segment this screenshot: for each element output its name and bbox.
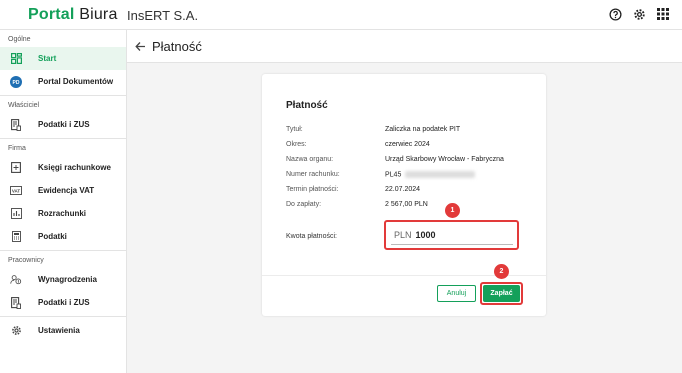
amount-currency: PLN	[394, 229, 412, 240]
app-logo[interactable]: Portal Biura	[28, 6, 118, 24]
redacted-account-number	[405, 171, 476, 178]
sidebar-divider	[0, 138, 126, 139]
section-label-wlasciciel: Właściciel	[8, 102, 40, 109]
field-label-do-zaplaty: Do zapłaty:	[286, 201, 322, 208]
field-value-okres: czerwiec 2024	[385, 141, 430, 148]
vat-icon: VAT	[10, 185, 22, 197]
pay-button[interactable]: Zapłać	[483, 285, 520, 302]
apps-grid-icon[interactable]	[656, 7, 670, 21]
field-value-numer-rachunku: PL45	[385, 171, 476, 178]
step-badge-2: 2	[494, 264, 509, 279]
field-value-termin: 22.07.2024	[385, 186, 421, 193]
amount-label: Kwota płatności:	[286, 233, 337, 240]
content-header: Płatność	[127, 30, 682, 63]
sidebar-item-podatki-zus-pracownicy[interactable]: Podatki i ZUS	[0, 291, 126, 314]
sidebar-divider	[0, 316, 126, 317]
top-bar: Portal Biura InsERT S.A.	[0, 0, 682, 30]
chart-icon	[10, 208, 22, 220]
section-label-ogolne: Ogólne	[8, 36, 31, 43]
tax-document-icon	[10, 296, 22, 309]
field-label-numer-rachunku: Numer rachunku:	[286, 171, 340, 178]
sidebar-item-podatki-zus-wlasciciel[interactable]: Podatki i ZUS	[0, 113, 126, 136]
back-arrow-icon[interactable]	[135, 40, 146, 55]
sidebar-divider	[0, 95, 126, 96]
payroll-icon	[10, 274, 22, 286]
sidebar-item-ustawienia[interactable]: Ustawienia	[0, 319, 126, 342]
sidebar-divider	[0, 250, 126, 251]
company-name: InsERT S.A.	[127, 8, 199, 23]
page-title: Płatność	[152, 39, 202, 54]
step-badge-1: 1	[445, 203, 460, 218]
sidebar-item-portal-dokumentow[interactable]: PD Portal Dokumentów	[0, 70, 126, 93]
field-label-tytul: Tytuł:	[286, 126, 303, 133]
tax-document-icon	[10, 118, 22, 131]
svg-text:PD: PD	[13, 80, 20, 86]
field-label-termin: Termin płatności:	[286, 186, 339, 193]
cancel-button[interactable]: Anuluj	[437, 285, 476, 302]
sidebar-item-ewidencja-vat[interactable]: VAT Ewidencja VAT	[0, 179, 126, 202]
svg-text:VAT: VAT	[12, 189, 21, 194]
sidebar-item-ksiegi-rachunkowe[interactable]: Księgi rachunkowe	[0, 156, 126, 179]
sidebar-item-wynagrodzenia[interactable]: Wynagrodzenia	[0, 268, 126, 291]
dashboard-icon	[10, 53, 22, 65]
section-label-firma: Firma	[8, 145, 26, 152]
sidebar-item-start[interactable]: Start	[0, 47, 126, 70]
pd-badge-icon: PD	[10, 75, 22, 88]
help-icon[interactable]	[608, 7, 622, 21]
card-title: Płatność	[286, 100, 328, 111]
field-value-nazwa-organu: Urząd Skarbowy Wrocław - Fabryczna	[385, 156, 504, 163]
sidebar: Ogólne Start PD Portal Dokumentów Właści…	[0, 30, 127, 373]
amount-value: 1000	[415, 229, 436, 240]
field-label-nazwa-organu: Nazwa organu:	[286, 156, 334, 163]
payment-card: Płatność Tytuł: Zaliczka na podatek PIT …	[262, 74, 546, 316]
field-value-do-zaplaty: 2 567,00 PLN	[385, 201, 428, 208]
sidebar-item-rozrachunki[interactable]: Rozrachunki	[0, 202, 126, 225]
field-value-tytul: Zaliczka na podatek PIT	[385, 126, 461, 133]
calculator-icon	[10, 231, 22, 243]
amount-input[interactable]: PLN 1000	[391, 225, 513, 245]
gear-icon	[10, 325, 22, 337]
section-label-pracownicy: Pracownicy	[8, 257, 44, 264]
ledger-icon	[10, 162, 22, 174]
sidebar-item-podatki[interactable]: Podatki	[0, 225, 126, 248]
field-label-okres: Okres:	[286, 141, 307, 148]
gear-icon[interactable]	[632, 7, 646, 21]
